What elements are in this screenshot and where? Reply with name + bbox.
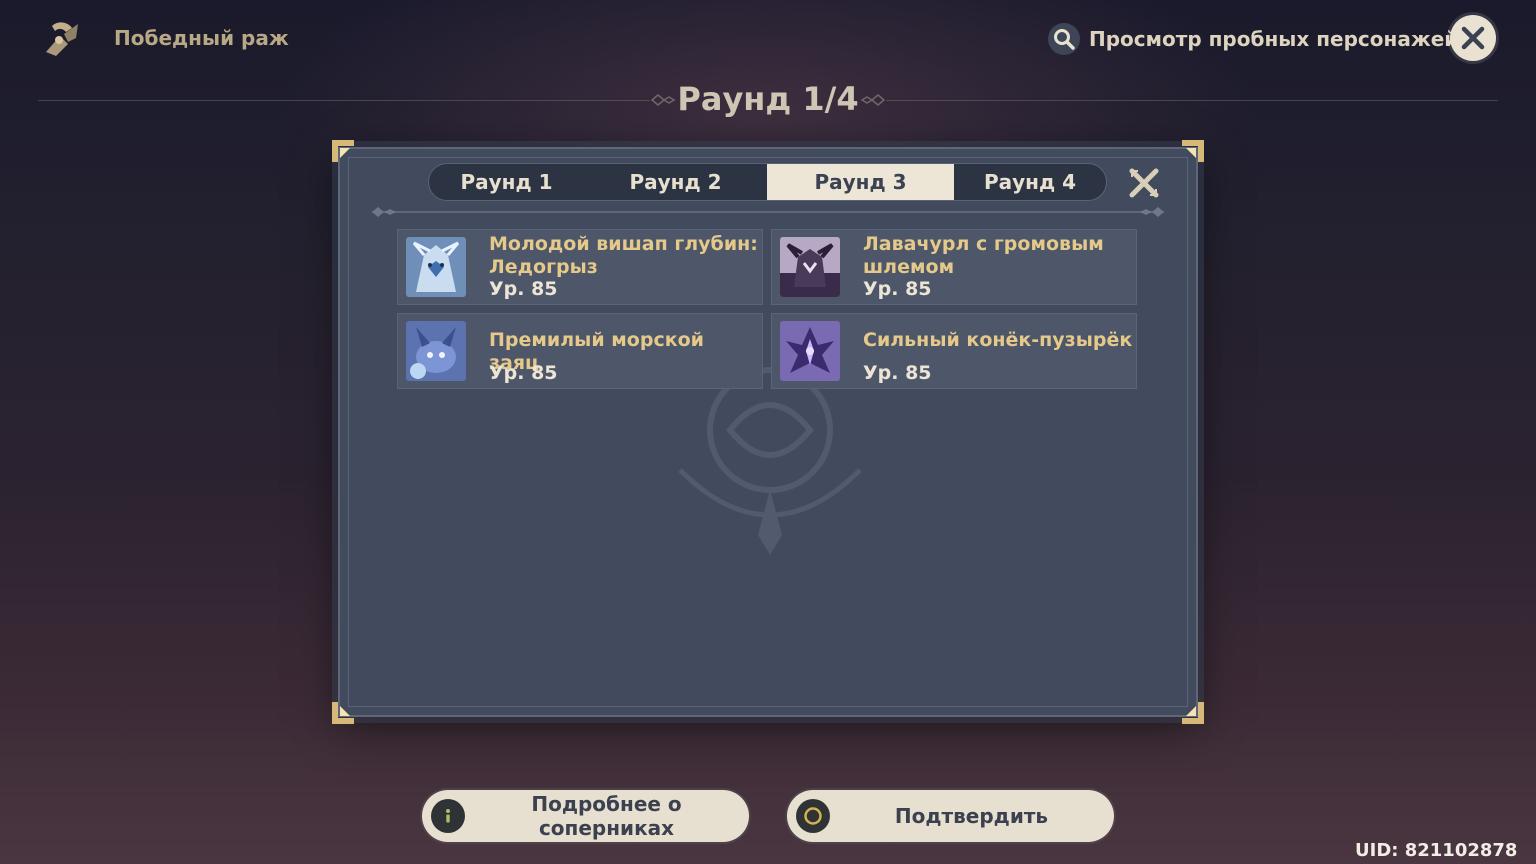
page-title: Раунд 1/4	[677, 80, 859, 118]
bubble-seahorse-portrait-icon	[780, 321, 840, 381]
close-icon	[1461, 26, 1485, 50]
tab-round-2[interactable]: Раунд 2	[584, 164, 767, 200]
tab-round-1[interactable]: Раунд 1	[429, 164, 584, 200]
enemy-card[interactable]: Премилый морской заяц Ур. 85	[397, 313, 763, 389]
enemy-level: Ур. 85	[863, 362, 932, 384]
tab-round-4[interactable]: Раунд 4	[954, 164, 1106, 200]
ice-vishap-portrait-icon	[406, 237, 466, 297]
opponent-details-label: Подробнее о соперниках	[531, 792, 682, 840]
enemy-level: Ур. 85	[489, 278, 558, 300]
round-tabs: Раунд 1 Раунд 2 Раунд 3 Раунд 4	[428, 163, 1107, 201]
enemy-card[interactable]: Сильный конёк-пузырёк Ур. 85	[771, 313, 1137, 389]
enemy-name: Молодой вишап глубин: Ледогрыз	[489, 233, 758, 278]
player-uid: UID: 821102878	[1355, 840, 1518, 861]
panel-corner-bottom-right-icon	[1182, 702, 1204, 724]
sea-hare-portrait-icon	[406, 321, 466, 381]
tab-round-3[interactable]: Раунд 3	[767, 164, 954, 200]
event-title: Победный раж	[114, 26, 289, 50]
confirm-circle-icon	[796, 799, 830, 833]
trial-characters-label: Просмотр пробных персонажей	[1089, 27, 1459, 51]
panel-corner-top-right-icon	[1182, 140, 1204, 162]
search-icon	[1048, 23, 1080, 55]
top-bar: Победный раж Просмотр пробных персонажей	[0, 0, 1536, 78]
enemy-level: Ур. 85	[863, 278, 932, 300]
emblem-watermark-icon	[678, 367, 862, 555]
enemy-card[interactable]: Молодой вишап глубин: Ледогрыз Ур. 85	[397, 229, 763, 305]
panel-corner-bottom-left-icon	[332, 702, 354, 724]
confirm-button[interactable]: Подтвердить	[787, 790, 1114, 842]
enemy-level: Ур. 85	[489, 362, 558, 384]
enemy-name: Сильный конёк-пузырёк	[863, 329, 1133, 351]
panel-corner-top-left-icon	[332, 140, 354, 162]
tabs-divider	[372, 211, 1164, 213]
divider-ornament-right-icon	[1140, 207, 1164, 217]
enemy-card[interactable]: Лавачурл с громовым шлемом Ур. 85	[771, 229, 1137, 305]
divider-ornament-left-icon	[372, 207, 396, 217]
lawachurl-portrait-icon	[780, 237, 840, 297]
opponent-details-button[interactable]: Подробнее о соперниках	[422, 790, 749, 842]
confirm-label: Подтвердить	[894, 804, 1049, 828]
info-icon	[431, 799, 465, 833]
event-emblem-icon	[46, 22, 78, 56]
close-button[interactable]	[1450, 15, 1496, 61]
trial-characters-link[interactable]: Просмотр пробных персонажей	[1048, 22, 1458, 56]
collapse-close-icon[interactable]	[1127, 166, 1161, 200]
enemy-name: Лавачурл с громовым шлемом	[863, 233, 1104, 278]
